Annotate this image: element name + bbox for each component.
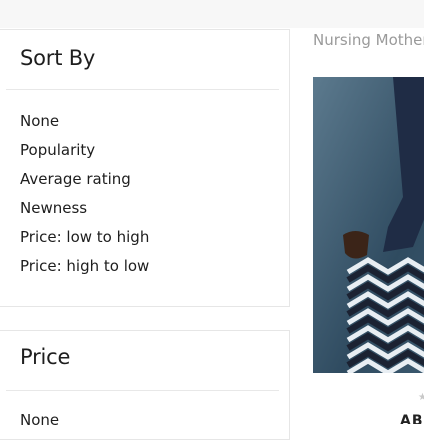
- star-icon: ★: [418, 392, 424, 403]
- price-option-none[interactable]: None: [20, 411, 59, 429]
- sort-option-average-rating[interactable]: Average rating: [20, 170, 131, 188]
- sort-option-newness[interactable]: Newness: [20, 199, 87, 217]
- sort-option-none[interactable]: None: [20, 112, 59, 130]
- product-image[interactable]: [313, 77, 424, 373]
- divider: [6, 390, 279, 391]
- product-card[interactable]: ★ ABI: [300, 0, 424, 424]
- sort-option-popularity[interactable]: Popularity: [20, 141, 95, 159]
- sort-option-price-high-low[interactable]: Price: high to low: [20, 257, 149, 275]
- sort-by-panel: Sort By None Popularity Average rating N…: [0, 29, 290, 307]
- sort-option-price-low-high[interactable]: Price: low to high: [20, 228, 149, 246]
- product-title[interactable]: ABI: [400, 413, 424, 424]
- price-title: Price: [20, 345, 71, 369]
- divider: [6, 89, 279, 90]
- sort-by-title: Sort By: [20, 46, 96, 70]
